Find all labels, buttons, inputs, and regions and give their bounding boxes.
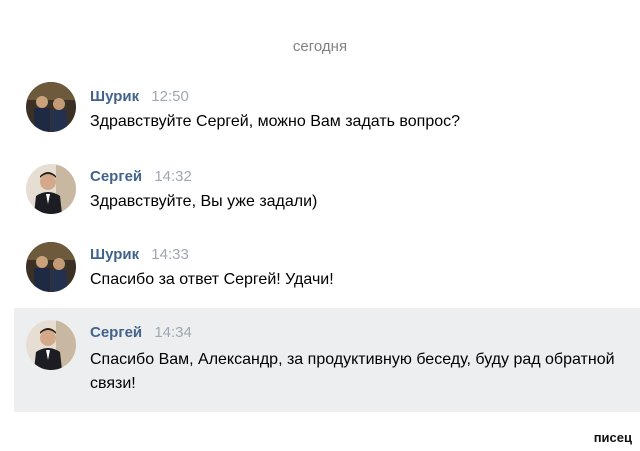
author-name[interactable]: Сергей [90, 324, 142, 341]
message-item[interactable]: Шурик 14:33 Спасибо за ответ Сергей! Уда… [14, 236, 640, 308]
avatar[interactable] [26, 164, 76, 214]
message-item[interactable]: Шурик 12:50 Здравствуйте Сергей, можно В… [14, 74, 640, 146]
message-item-highlighted[interactable]: Сергей 14:34 Спасибо Вам, Александр, за … [14, 308, 640, 412]
author-name[interactable]: Шурик [90, 246, 139, 263]
message-meta: Шурик 12:50 [90, 88, 189, 105]
message-text: Здравствуйте Сергей, можно Вам задать во… [90, 113, 461, 130]
avatar[interactable] [26, 82, 76, 132]
author-name[interactable]: Шурик [90, 88, 139, 105]
message-item[interactable]: Сергей 14:32 Здравствуйте, Вы уже задали… [14, 156, 640, 228]
avatar[interactable] [26, 320, 76, 370]
message-text: Спасибо за ответ Сергей! Удачи! [90, 271, 334, 288]
message-time[interactable]: 14:34 [154, 324, 192, 341]
avatar[interactable] [26, 242, 76, 292]
date-separator: сегодня [292, 38, 348, 55]
message-time[interactable]: 14:33 [151, 246, 189, 263]
message-time[interactable]: 14:32 [154, 168, 192, 185]
message-meta: Шурик 14:33 [90, 246, 189, 263]
author-name[interactable]: Сергей [90, 168, 142, 185]
message-meta: Сергей 14:32 [90, 168, 192, 185]
message-text: Здравствуйте, Вы уже задали) [90, 193, 318, 210]
watermark: писец [593, 430, 632, 445]
message-text: Спасибо Вам, Александр, за продуктивную … [90, 351, 615, 392]
message-time[interactable]: 12:50 [151, 88, 189, 105]
message-meta: Сергей 14:34 [90, 324, 192, 341]
